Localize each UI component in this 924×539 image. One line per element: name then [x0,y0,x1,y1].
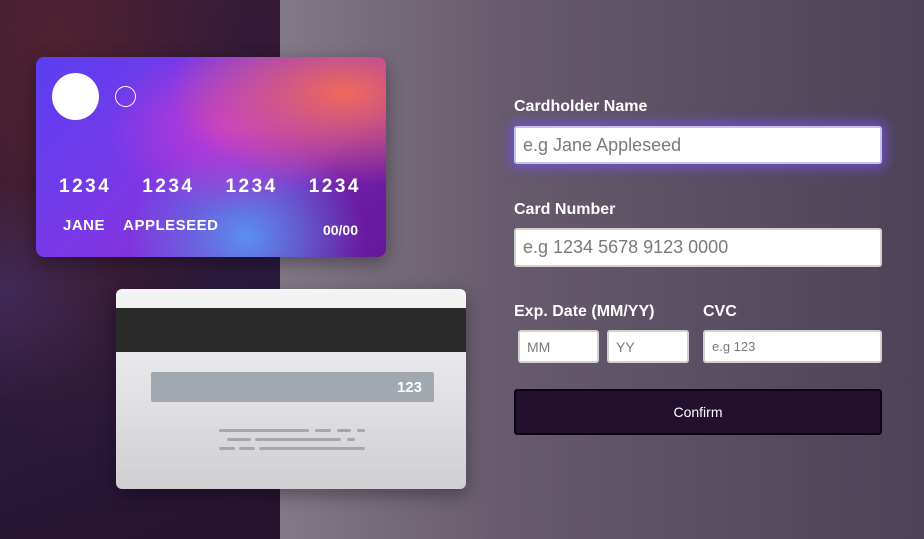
card-number-display: 1234 1234 1234 1234 [59,176,361,198]
confirm-button[interactable]: Confirm [514,389,882,435]
cardholder-name-input[interactable] [514,126,882,164]
card-number-label: Card Number [514,201,616,218]
exp-year-input[interactable] [607,330,689,363]
card-number-input[interactable] [514,228,882,267]
exp-date-label: Exp. Date (MM/YY) [514,303,655,320]
cardholder-name-label: Cardholder Name [514,98,648,115]
exp-month-input[interactable] [518,330,599,363]
card-back-decorative-lines [219,429,369,451]
card-expiry-display: 00/00 [322,222,358,238]
card-logo-circle-outline [115,86,136,107]
card-front: 1234 1234 1234 1234 JANE APPLESEED 00/00 [36,57,386,257]
card-number-group: 1234 [59,176,112,197]
card-logo-circle-filled [52,73,99,120]
card-number-group: 1234 [142,176,195,197]
card-number-group: 1234 [308,176,361,197]
cvc-input[interactable] [703,330,882,363]
card-cvc-display: 123 [151,372,434,402]
magnetic-strip [116,308,466,352]
card-holder-name-display: JANE APPLESEED [63,217,219,234]
card-back: 123 [116,289,466,489]
card-number-group: 1234 [225,176,278,197]
cvc-label: CVC [703,303,737,320]
